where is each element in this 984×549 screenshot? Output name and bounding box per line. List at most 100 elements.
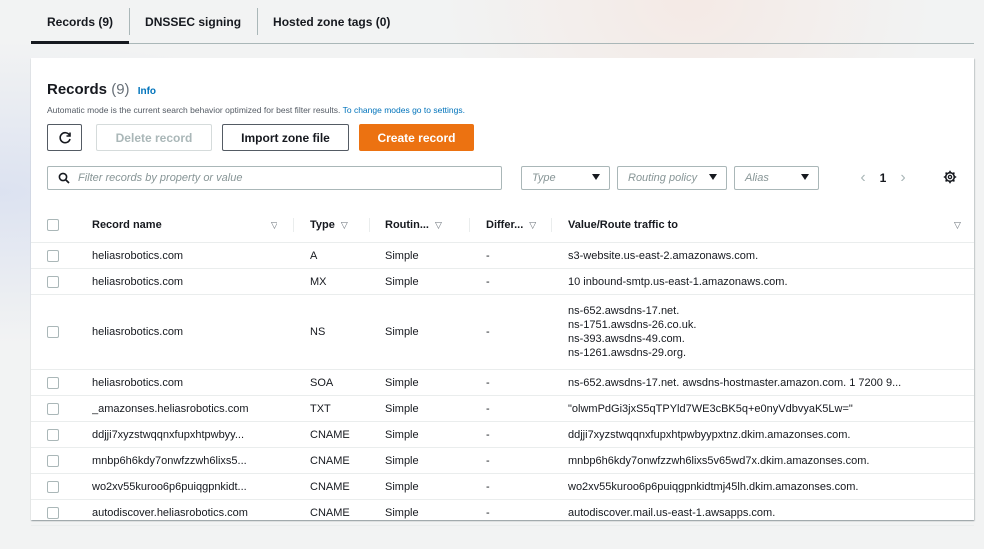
type-filter-label: Type xyxy=(532,172,556,184)
caret-down-icon xyxy=(592,174,600,180)
records-table: Record name ▽ Type ▽ Routin... ▽ Differ.… xyxy=(31,208,974,526)
column-header-label: Record name xyxy=(92,219,162,231)
tab-hosted-zone-tags[interactable]: Hosted zone tags (0) xyxy=(257,0,406,43)
routing-policy-cell: Simple xyxy=(385,376,419,389)
differentiator-cell: - xyxy=(486,428,490,441)
table-row[interactable]: heliasrobotics.com MX Simple - 10 inbound-sm… xyxy=(31,269,974,295)
routing-policy-cell: Simple xyxy=(385,454,419,467)
row-checkbox[interactable] xyxy=(47,507,59,519)
routing-policy-cell: Simple xyxy=(385,275,419,288)
table-row[interactable]: wo2xv55kuroo6p6puiqgpnkidt... CNAME Simple… xyxy=(31,474,974,500)
record-name-cell: heliasrobotics.com xyxy=(92,249,184,262)
table-row[interactable]: heliasrobotics.com A Simple - s3-website.us-… xyxy=(31,243,974,269)
routing-policy-cell: Simple xyxy=(385,326,419,338)
column-divider[interactable] xyxy=(293,218,294,232)
record-count: (9) xyxy=(111,81,130,98)
tab-bar: Records (9) DNSSEC signing Hosted zone t… xyxy=(31,0,974,44)
record-name-cell: heliasrobotics.com xyxy=(92,376,184,389)
search-input[interactable]: Filter records by property or value xyxy=(47,166,502,190)
previous-page-icon[interactable]: ‹ xyxy=(850,169,876,187)
alias-filter-label: Alias xyxy=(745,172,769,184)
column-header-differentiator[interactable]: Differ... ▽ xyxy=(486,208,576,242)
record-name-cell: _amazonses.heliasrobotics.com xyxy=(92,402,249,415)
record-name-cell: heliasrobotics.com xyxy=(92,275,184,288)
routing-policy-cell: Simple xyxy=(385,428,419,441)
column-divider[interactable] xyxy=(369,218,370,232)
row-checkbox[interactable] xyxy=(47,326,59,338)
records-panel: Records (9) Info Automatic mode is the c… xyxy=(31,58,974,526)
table-row[interactable]: autodiscover.heliasrobotics.com CNAME Simp… xyxy=(31,500,974,526)
info-link[interactable]: Info xyxy=(138,86,156,97)
column-header-type[interactable]: Type ▽ xyxy=(310,208,370,242)
row-checkbox[interactable] xyxy=(47,429,59,441)
column-header-value[interactable]: Value/Route traffic to ▽ xyxy=(568,208,964,242)
column-divider[interactable] xyxy=(551,218,552,232)
tab-dnssec-signing[interactable]: DNSSEC signing xyxy=(129,0,257,43)
refresh-button[interactable] xyxy=(47,124,82,151)
table-row[interactable]: heliasrobotics.com SOA Simple - ns-652.awsdn… xyxy=(31,370,974,396)
create-record-button[interactable]: Create record xyxy=(359,124,474,151)
type-filter-select[interactable]: Type xyxy=(521,166,610,190)
value-line: mnbp6h6kdy7onwfzzwh6lixs5v65wd7x.dkim.am… xyxy=(568,454,870,467)
value-cell: ns-652.awsdns-17.net. ns-1751.awsdns-26.c… xyxy=(568,295,964,369)
tab-records[interactable]: Records (9) xyxy=(31,0,130,44)
column-header-routing-policy[interactable]: Routin... ▽ xyxy=(385,208,475,242)
column-header-record-name[interactable]: Record name ▽ xyxy=(92,208,277,242)
column-header-label: Value/Route traffic to xyxy=(568,219,679,231)
next-page-icon[interactable]: › xyxy=(890,169,916,187)
record-type-cell: TXT xyxy=(310,402,331,415)
select-all-checkbox[interactable] xyxy=(47,219,59,231)
record-name-cell: autodiscover.heliasrobotics.com xyxy=(92,506,248,519)
sort-icon: ▽ xyxy=(271,219,277,230)
routing-policy-cell: Simple xyxy=(385,480,419,493)
sort-icon: ▽ xyxy=(435,219,442,230)
routing-policy-filter-select[interactable]: Routing policy xyxy=(617,166,727,190)
row-checkbox[interactable] xyxy=(47,403,59,415)
value-cell: autodiscover.mail.us-east-1.awsapps.com. xyxy=(568,500,964,525)
pagination: ‹ 1 › xyxy=(850,169,916,187)
table-row[interactable]: ddjji7xyzstwqqnxfupxhtpwbyy... CNAME Simpl… xyxy=(31,422,974,448)
value-cell: wo2xv55kuroo6p6puiqgpnkidtmj45lh.dkim.am… xyxy=(568,474,964,499)
routing-policy-cell: Simple xyxy=(385,402,419,415)
record-type-cell: NS xyxy=(310,326,326,338)
record-type-cell: CNAME xyxy=(310,506,350,519)
row-checkbox[interactable] xyxy=(47,455,59,467)
alias-filter-select[interactable]: Alias xyxy=(734,166,819,190)
table-row[interactable]: _amazonses.heliasrobotics.com TXT Simple - "… xyxy=(31,396,974,422)
value-line: "olwmPdGi3jxS5qTPYld7WE3cBK5q+e0nyVdbvya… xyxy=(568,402,853,415)
row-checkbox[interactable] xyxy=(47,276,59,288)
sort-icon: ▽ xyxy=(340,219,348,230)
row-checkbox[interactable] xyxy=(47,481,59,493)
value-cell: "olwmPdGi3jxS5qTPYld7WE3cBK5q+e0nyVdbvya… xyxy=(568,396,964,421)
value-line: ns-652.awsdns-17.net. awsdns-hostmaster.… xyxy=(568,376,902,389)
value-line: 10 inbound-smtp.us-east-1.amazonaws.com. xyxy=(568,275,788,288)
row-checkbox[interactable] xyxy=(47,250,59,262)
routing-policy-cell: Simple xyxy=(385,506,419,519)
value-line: ddjji7xyzstwqqnxfupxhtpwbyypxtnz.dkim.am… xyxy=(568,428,851,441)
description-text: Automatic mode is the current search beh… xyxy=(47,105,341,115)
delete-record-button[interactable]: Delete record xyxy=(96,124,212,151)
value-cell: 10 inbound-smtp.us-east-1.amazonaws.com. xyxy=(568,269,964,294)
differentiator-cell: - xyxy=(486,480,490,493)
differentiator-cell: - xyxy=(486,506,490,519)
import-zone-file-button[interactable]: Import zone file xyxy=(222,124,349,151)
differentiator-cell: - xyxy=(486,275,490,288)
row-checkbox[interactable] xyxy=(47,377,59,389)
differentiator-cell: - xyxy=(486,376,490,389)
value-cell: ns-652.awsdns-17.net. awsdns-hostmaster.… xyxy=(568,370,964,395)
differentiator-cell: - xyxy=(486,326,490,338)
current-page[interactable]: 1 xyxy=(876,171,890,185)
sort-icon: ▽ xyxy=(529,219,537,230)
settings-link[interactable]: To change modes go to settings. xyxy=(343,105,465,115)
differentiator-cell: - xyxy=(486,454,490,467)
panel-title: Records (9) Info xyxy=(47,81,156,98)
panel-title-text: Records xyxy=(47,81,108,98)
differentiator-cell: - xyxy=(486,249,490,262)
table-row[interactable]: mnbp6h6kdy7onwfzzwh6lixs5... CNAME Simple -… xyxy=(31,448,974,474)
column-divider[interactable] xyxy=(469,218,470,232)
table-row[interactable]: heliasrobotics.com NS Simple - ns-652.awsdns… xyxy=(31,295,974,370)
record-type-cell: SOA xyxy=(310,376,334,389)
gear-icon[interactable] xyxy=(943,170,957,184)
record-type-cell: CNAME xyxy=(310,454,350,467)
value-line: s3-website.us-east-2.amazonaws.com. xyxy=(568,249,759,262)
